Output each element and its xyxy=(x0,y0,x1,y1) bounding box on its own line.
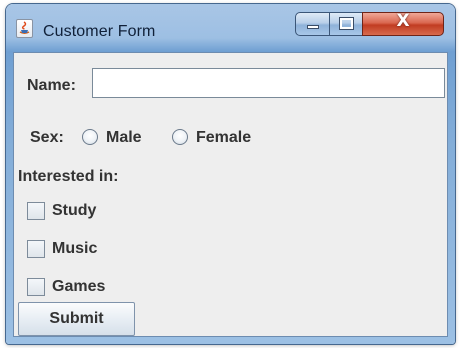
title-bar[interactable]: Customer Form X xyxy=(6,4,455,52)
games-checkbox[interactable] xyxy=(27,278,45,296)
form-panel: Name: Sex: Male Female Interested in: St… xyxy=(13,52,448,337)
minimize-icon xyxy=(307,25,319,29)
name-input[interactable] xyxy=(92,68,445,98)
maximize-icon xyxy=(339,17,354,30)
music-checkbox-label[interactable]: Music xyxy=(52,240,97,258)
close-button[interactable]: X xyxy=(362,11,444,36)
female-radio[interactable] xyxy=(172,129,188,145)
name-label: Name: xyxy=(27,77,76,94)
study-checkbox[interactable] xyxy=(27,202,45,220)
male-radio[interactable] xyxy=(82,129,98,145)
java-icon[interactable] xyxy=(16,19,33,38)
male-radio-label[interactable]: Male xyxy=(106,129,142,147)
close-icon: X xyxy=(396,11,410,31)
window-title: Customer Form xyxy=(43,23,156,40)
maximize-button[interactable] xyxy=(329,12,363,36)
submit-button[interactable]: Submit xyxy=(18,302,135,336)
interests-label: Interested in: xyxy=(18,168,119,185)
sex-label: Sex: xyxy=(30,129,64,146)
study-checkbox-label[interactable]: Study xyxy=(52,202,96,220)
female-radio-label[interactable]: Female xyxy=(196,129,251,147)
customer-form-window: Customer Form X Name: Sex: Male Female I… xyxy=(6,4,455,344)
minimize-button[interactable] xyxy=(295,12,330,36)
games-checkbox-label[interactable]: Games xyxy=(52,278,105,296)
music-checkbox[interactable] xyxy=(27,240,45,258)
